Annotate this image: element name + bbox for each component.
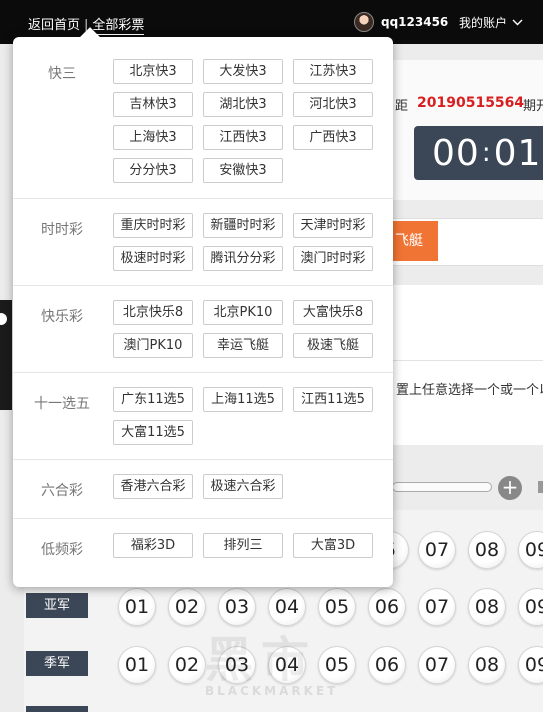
rule-text: 置上任意选择一个或一个以上 [396,383,543,398]
rank-label-third: 季军 [26,651,88,676]
countdown-timer: 00:01 [414,126,543,180]
timer-minutes: 00 [432,133,480,174]
menu-game-item[interactable]: 北京PK10 [203,300,283,325]
timer-colon: : [481,138,492,168]
menu-category-title: 十一选五 [34,396,90,412]
lottery-dropdown-menu: 快三 北京快3 大发快3 江苏快3 吉林快3 湖北快3 河北快3 上海快3 江西快3 广西快3 分分… [13,37,393,587]
menu-category-title: 快三 [48,66,76,82]
period-label: 期开 [523,99,543,114]
menu-game-item[interactable]: 安徽快3 [203,158,283,183]
all-lottery-link[interactable]: 全部彩票 [92,18,145,35]
menu-category-title: 时时彩 [41,222,83,238]
menu-category-title: 低频彩 [41,542,83,558]
home-link[interactable]: 返回首页 [28,18,80,33]
number-ball[interactable]: 02 [168,646,206,684]
draw-number: 20190515564 [417,95,525,111]
number-ball[interactable]: 02 [168,588,206,626]
user-info[interactable]: qq123456 [354,12,448,32]
avatar[interactable] [354,12,374,32]
menu-game-item[interactable]: 北京快乐8 [113,300,193,325]
menu-game-item[interactable]: 极速六合彩 [203,474,283,499]
menu-category: 快三 北京快3 大发快3 江苏快3 吉林快3 湖北快3 河北快3 上海快3 江西快3 广西快3 分分… [13,37,393,199]
menu-game-item[interactable]: 澳门时时彩 [293,246,373,271]
menu-category: 时时彩 重庆时时彩 新疆时时彩 天津时时彩极速时时彩 腾讯分分彩 澳门时时彩 [13,199,393,286]
menu-category: 六合彩 香港六合彩 极速六合彩 [13,460,393,519]
menu-game-item[interactable]: 江苏快3 [293,59,373,84]
number-ball[interactable]: 08 [468,646,506,684]
divider [380,360,543,361]
menu-game-item[interactable]: 排列三 [203,533,283,558]
timer-seconds: 01 [493,133,542,174]
menu-game-item[interactable]: 大富3D [293,533,373,558]
menu-category: 快乐彩 北京快乐8 北京PK10 大富快乐8 澳门PK10 幸运飞艇 极速飞艇 [13,286,393,373]
menu-game-item[interactable]: 新疆时时彩 [203,213,283,238]
username[interactable]: qq123456 [381,15,448,29]
menu-game-item[interactable]: 湖北快3 [203,92,283,117]
side-float-tab[interactable] [0,300,12,410]
menu-game-item[interactable]: 大富快乐8 [293,300,373,325]
number-ball[interactable]: 05 [318,646,356,684]
number-ball[interactable]: 07 [418,531,456,569]
menu-game-item[interactable]: 极速飞艇 [293,333,373,358]
menu-game-item[interactable]: 大富11选5 [113,420,193,445]
menu-game-item[interactable]: 北京快3 [113,59,193,84]
menu-category-title: 六合彩 [41,483,83,499]
my-account-menu[interactable]: 我的账户 [459,14,523,31]
my-account-label: 我的账户 [459,16,508,30]
menu-game-item[interactable]: 大发快3 [203,59,283,84]
number-ball[interactable]: 07 [418,588,456,626]
menu-game-item[interactable]: 上海11选5 [203,387,283,412]
number-ball[interactable]: 06 [368,588,406,626]
menu-game-item[interactable]: 极速时时彩 [113,246,193,271]
menu-category-title: 快乐彩 [41,309,83,325]
chevron-down-icon [512,19,523,26]
number-ball[interactable]: 01 [118,588,156,626]
menu-game-item[interactable]: 河北快3 [293,92,373,117]
menu-game-item[interactable]: 澳门PK10 [113,333,193,358]
scroll-marker [538,481,543,493]
menu-game-item[interactable]: 腾讯分分彩 [203,246,283,271]
number-ball[interactable]: 08 [468,531,506,569]
plus-icon[interactable]: + [498,476,522,500]
menu-category: 低频彩 福彩3D 排列三 大富3D [13,519,393,587]
number-ball[interactable]: 06 [368,646,406,684]
menu-game-item[interactable]: 广东11选5 [113,387,193,412]
rank-label-second: 亚军 [26,593,88,618]
watermark: 黑市 [205,632,318,688]
rules-panel [380,285,543,445]
menu-game-item[interactable]: 幸运飞艇 [203,333,283,358]
number-ball[interactable]: 01 [118,646,156,684]
menu-category: 十一选五 广东11选5 上海11选5 江西11选5 大富11选5 [13,373,393,460]
draw-label: 距 [395,99,409,114]
menu-game-item[interactable]: 广西快3 [293,125,373,150]
watermark-sub: BLACKMARKET [205,684,339,698]
menu-game-item[interactable]: 江西11选5 [293,387,373,412]
number-ball[interactable]: 08 [468,588,506,626]
menu-game-item[interactable]: 香港六合彩 [113,474,193,499]
odds-slider[interactable] [392,482,492,492]
number-ball[interactable]: 05 [318,588,356,626]
menu-game-item[interactable]: 吉林快3 [113,92,193,117]
number-ball[interactable]: 07 [418,646,456,684]
menu-game-item[interactable]: 分分快3 [113,158,193,183]
menu-game-item[interactable]: 重庆时时彩 [113,213,193,238]
rank-label-next [26,706,88,712]
menu-game-item[interactable]: 江西快3 [203,125,283,150]
menu-game-item[interactable]: 上海快3 [113,125,193,150]
side-float-icon [0,313,7,325]
menu-game-item[interactable]: 福彩3D [113,533,193,558]
menu-game-item[interactable]: 天津时时彩 [293,213,373,238]
